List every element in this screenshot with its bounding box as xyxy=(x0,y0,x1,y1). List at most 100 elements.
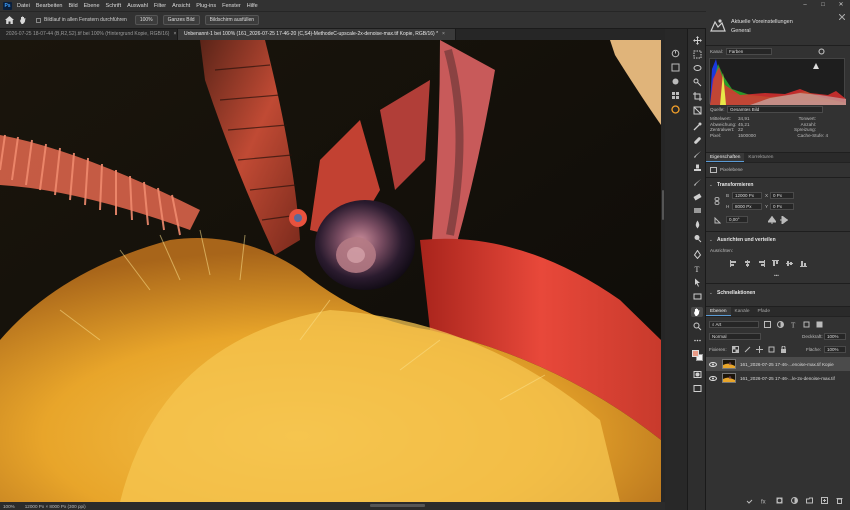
layer-mask-icon[interactable] xyxy=(776,497,783,504)
zoom-level[interactable]: 100% xyxy=(3,504,15,509)
chevron-down-icon[interactable]: ⌄ xyxy=(709,182,713,188)
brush-settings-icon[interactable] xyxy=(671,63,680,72)
menu-fenster[interactable]: Fenster xyxy=(222,3,241,9)
channel-select[interactable]: Farben xyxy=(726,48,772,55)
blur-tool-icon[interactable] xyxy=(691,219,703,229)
flip-horizontal-icon[interactable] xyxy=(767,216,777,226)
angle-field[interactable]: 0,00° xyxy=(726,216,748,223)
close-icon[interactable]: ✕ xyxy=(832,0,850,11)
document-tab-1[interactable]: 2026-07-25 18-07-44 (B,R2,S2).tif bei 10… xyxy=(0,29,178,40)
menu-filter[interactable]: Filter xyxy=(154,3,166,9)
history-icon[interactable] xyxy=(671,49,680,58)
delete-layer-icon[interactable] xyxy=(836,497,843,504)
tab-layers[interactable]: Ebenen xyxy=(706,307,731,316)
menu-ebene[interactable]: Ebene xyxy=(84,3,100,9)
photoshop-logo[interactable]: Ps xyxy=(3,1,12,10)
document-info[interactable]: 12000 Px × 8000 Px (300 ppi) xyxy=(25,504,86,509)
healing-brush-tool-icon[interactable] xyxy=(691,135,703,145)
eraser-tool-icon[interactable] xyxy=(691,191,703,201)
presets-icon[interactable] xyxy=(710,18,726,32)
clone-stamp-tool-icon[interactable] xyxy=(691,163,703,173)
type-tool-icon[interactable]: T xyxy=(691,263,703,273)
color-icon[interactable] xyxy=(671,77,680,86)
layer-filter-select[interactable]: ⌕ Art xyxy=(709,321,759,328)
document-tab-2[interactable]: Unbenannt-1 bei 100% (161_2026-07-25 17-… xyxy=(178,29,456,40)
flip-vertical-icon[interactable] xyxy=(780,215,788,226)
tab-adjustments[interactable]: Korrekturen xyxy=(744,153,777,162)
zoom-tool-icon[interactable] xyxy=(691,321,703,331)
brush-tool-icon[interactable] xyxy=(691,149,703,159)
blend-mode-select[interactable]: Normal xyxy=(709,333,761,340)
align-middle-v-icon[interactable] xyxy=(786,260,793,267)
quick-mask-icon[interactable] xyxy=(691,369,703,379)
menu-bearbeiten[interactable]: Bearbeiten xyxy=(36,3,63,9)
align-center-h-icon[interactable] xyxy=(744,260,751,267)
info-icon[interactable] xyxy=(671,105,680,114)
rectangle-tool-icon[interactable] xyxy=(691,291,703,301)
scroll-all-checkbox[interactable] xyxy=(36,17,41,23)
history-brush-tool-icon[interactable] xyxy=(691,177,703,187)
layer-name[interactable]: 161_2026-07-25 17-46-...le-2x-denoise-ma… xyxy=(740,376,835,381)
lock-pixels-icon[interactable] xyxy=(744,346,751,353)
menu-bild[interactable]: Bild xyxy=(68,3,77,9)
tab-properties[interactable]: Eigenschaften xyxy=(706,153,745,162)
dodge-tool-icon[interactable] xyxy=(691,233,703,243)
lasso-tool-icon[interactable] xyxy=(691,63,703,73)
menu-auswahl[interactable]: Auswahl xyxy=(127,3,148,9)
align-bottom-icon[interactable] xyxy=(800,260,807,267)
quick-select-tool-icon[interactable] xyxy=(691,77,703,87)
swatches-icon[interactable] xyxy=(671,91,680,100)
opacity-field[interactable]: 100% xyxy=(824,333,846,340)
align-left-icon[interactable] xyxy=(730,260,737,267)
color-swatches[interactable] xyxy=(691,349,703,363)
move-tool-icon[interactable] xyxy=(691,35,703,45)
filter-smart-object-icon[interactable] xyxy=(816,321,823,328)
crop-tool-icon[interactable] xyxy=(691,91,703,101)
horizontal-scroll-thumb[interactable] xyxy=(370,504,425,507)
source-select[interactable]: Gesamtes Bild xyxy=(727,106,823,113)
home-icon[interactable] xyxy=(4,15,14,25)
refresh-icon[interactable] xyxy=(818,48,825,57)
menu-schrift[interactable]: Schrift xyxy=(106,3,122,9)
x-field[interactable]: 0 Px xyxy=(770,192,794,199)
menu-datei[interactable]: Datei xyxy=(17,3,30,9)
document-canvas[interactable] xyxy=(0,40,661,502)
path-select-tool-icon[interactable] xyxy=(691,277,703,287)
fit-screen-button[interactable]: Ganzes Bild xyxy=(162,15,200,25)
layer-row[interactable]: 161_2026-07-25 17-46-...le-2x-denoise-ma… xyxy=(706,371,850,385)
frame-tool-icon[interactable] xyxy=(691,105,703,115)
panel-close-icon[interactable] xyxy=(838,13,846,22)
menu-plugins[interactable]: Plug-ins xyxy=(196,3,216,9)
link-layers-icon[interactable] xyxy=(746,497,753,504)
chevron-down-icon[interactable]: ⌄ xyxy=(709,237,713,243)
lock-all-icon[interactable] xyxy=(780,346,787,353)
chevron-down-icon[interactable]: ⌄ xyxy=(709,290,713,296)
visibility-eye-icon[interactable] xyxy=(709,375,719,381)
hand-tool-icon[interactable] xyxy=(18,15,28,25)
fill-field[interactable]: 100% xyxy=(824,346,846,353)
eyedropper-tool-icon[interactable] xyxy=(691,121,703,131)
screen-mode-icon[interactable] xyxy=(691,383,703,393)
menu-ansicht[interactable]: Ansicht xyxy=(172,3,190,9)
width-field[interactable]: 12000 Px xyxy=(732,192,762,199)
foreground-color-swatch[interactable] xyxy=(692,350,699,357)
height-field[interactable]: 8000 Px xyxy=(732,203,762,210)
tab-close-icon[interactable]: × xyxy=(442,31,445,37)
tab-close-icon[interactable]: × xyxy=(173,31,176,37)
tab-channels[interactable]: Kanäle xyxy=(731,307,754,316)
pen-tool-icon[interactable] xyxy=(691,249,703,259)
layer-row[interactable]: 161_2026-07-25 17-46-...enoise-max.tif K… xyxy=(706,357,850,371)
lock-transparency-icon[interactable] xyxy=(732,346,739,353)
group-layers-icon[interactable] xyxy=(806,497,813,504)
filter-adjustment-icon[interactable] xyxy=(777,321,784,328)
more-options-button[interactable]: ••• xyxy=(774,273,779,278)
fill-screen-button[interactable]: Bildschirm ausfüllen xyxy=(204,15,260,25)
align-top-icon[interactable] xyxy=(772,260,779,267)
layer-name[interactable]: 161_2026-07-25 17-46-...enoise-max.tif K… xyxy=(740,362,834,367)
scroll-thumb[interactable] xyxy=(662,190,664,220)
layer-style-icon[interactable]: fx xyxy=(761,497,768,505)
filter-type-icon[interactable]: T xyxy=(790,321,797,329)
zoom-100-button[interactable]: 100% xyxy=(134,15,158,25)
y-field[interactable]: 0 Px xyxy=(770,203,794,210)
maximize-icon[interactable]: □ xyxy=(814,0,832,11)
